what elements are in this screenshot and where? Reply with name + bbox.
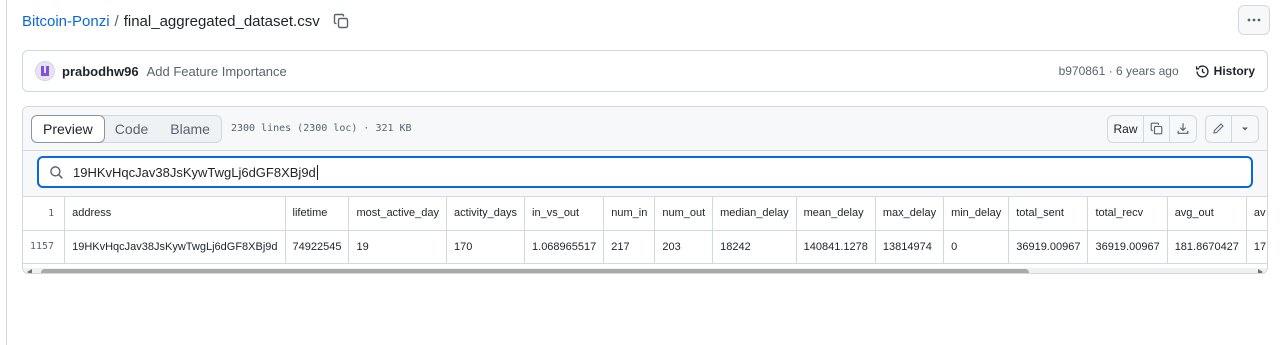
avatar-image: [41, 66, 49, 76]
column-header: address: [64, 197, 286, 231]
copy-icon: [333, 13, 348, 29]
table-cell: 19: [348, 230, 448, 264]
line-number: 1: [23, 197, 66, 231]
search-value: 19HKvHqcJav38JsKywTwgLj6dGF8XBj9d: [73, 164, 318, 180]
tab-preview[interactable]: Preview: [31, 114, 105, 143]
file-viewer: Preview Code Blame 2300 lines (2300 loc)…: [22, 106, 1268, 274]
edit-button[interactable]: [1206, 115, 1232, 142]
table-cell: 18242: [712, 230, 797, 264]
file-actions: Raw: [1107, 114, 1259, 143]
breadcrumb-repo-link[interactable]: Bitcoin-Ponzi: [22, 13, 110, 30]
breadcrumb: Bitcoin-Ponzi / final_aggregated_dataset…: [22, 10, 350, 32]
column-header: activity_days: [446, 197, 526, 231]
table-header-row: 1 address lifetime most_active_day activ…: [23, 197, 1267, 231]
horizontal-scrollbar[interactable]: [23, 268, 1267, 273]
left-divider: [6, 0, 7, 345]
history-icon: [1195, 64, 1209, 78]
file-header: Preview Code Blame 2300 lines (2300 loc)…: [23, 107, 1267, 151]
history-label: History: [1213, 64, 1255, 78]
tab-code[interactable]: Code: [104, 116, 159, 142]
table-cell: 170: [446, 230, 526, 264]
commit-right: b970861 · 6 years ago History: [1059, 64, 1255, 79]
column-header: max_delay: [875, 197, 945, 231]
column-header: median_delay: [712, 197, 797, 231]
kebab-icon: [1247, 18, 1261, 22]
column-header: most_active_day: [348, 197, 448, 231]
table-cell: 36919.00967: [1008, 230, 1089, 264]
table-cell: 74922545: [285, 230, 350, 264]
more-options-button[interactable]: [1238, 5, 1270, 35]
column-header: min_delay: [943, 197, 1010, 231]
breadcrumb-file-name: final_aggregated_dataset.csv: [123, 12, 320, 30]
raw-button[interactable]: Raw: [1108, 115, 1144, 142]
scroll-left-arrow[interactable]: [27, 269, 32, 273]
line-number: 1157: [23, 230, 66, 264]
table-cell: 36919.00967: [1087, 230, 1168, 264]
search-icon: [50, 165, 63, 179]
table-cell: 140841.1278: [796, 230, 876, 264]
column-header: num_out: [654, 197, 714, 231]
copy-icon: [1150, 122, 1163, 135]
column-header: total_recv: [1087, 197, 1168, 231]
csv-table-area: 1 address lifetime most_active_day activ…: [23, 197, 1267, 273]
table-cell: 217: [603, 230, 656, 264]
table-cell: 0: [943, 230, 1010, 264]
download-button[interactable]: [1170, 116, 1196, 142]
table-cell: 17: [1246, 230, 1267, 264]
scroll-right-arrow[interactable]: [1258, 269, 1263, 273]
table-cell: 1.068965517: [524, 230, 605, 264]
csv-table: 1 address lifetime most_active_day activ…: [23, 197, 1267, 264]
tab-blame[interactable]: Blame: [159, 116, 221, 142]
table-cell: 181.8670427: [1167, 230, 1247, 264]
csv-search-bar: 19HKvHqcJav38JsKywTwgLj6dGF8XBj9d: [23, 151, 1267, 197]
history-button[interactable]: History: [1195, 64, 1255, 79]
table-cell: 13814974: [875, 230, 945, 264]
view-mode-tabs: Preview Code Blame: [31, 114, 222, 143]
csv-search-input[interactable]: 19HKvHqcJav38JsKywTwgLj6dGF8XBj9d: [37, 156, 1253, 188]
table-row: 1157 19HKvHqcJav38JsKywTwgLj6dGF8XBj9d 7…: [23, 230, 1267, 264]
column-header: lifetime: [285, 197, 350, 231]
column-header: mean_delay: [796, 197, 876, 231]
triangle-down-icon: [1242, 127, 1248, 130]
scrollbar-thumb[interactable]: [41, 269, 1029, 273]
file-info: 2300 lines (2300 loc) · 321 KB: [230, 123, 412, 134]
column-header: num_in: [603, 197, 656, 231]
latest-commit-bar: prabodhw96 Add Feature Importance b97086…: [22, 50, 1268, 92]
copy-path-button[interactable]: [332, 12, 350, 30]
column-header: in_vs_out: [524, 197, 605, 231]
edit-group: [1205, 114, 1259, 143]
avatar[interactable]: [35, 61, 55, 81]
download-icon: [1177, 123, 1189, 134]
table-cell: 19HKvHqcJav38JsKywTwgLj6dGF8XBj9d: [64, 230, 286, 264]
table-cell: 203: [654, 230, 714, 264]
commit-message[interactable]: Add Feature Importance: [147, 64, 287, 79]
copy-raw-button[interactable]: [1144, 115, 1170, 142]
edit-dropdown-button[interactable]: [1232, 116, 1258, 142]
column-header: total_sent: [1008, 197, 1089, 231]
commit-hash-time[interactable]: b970861 · 6 years ago: [1059, 64, 1179, 78]
commit-author[interactable]: prabodhw96: [62, 64, 139, 79]
column-header: av: [1246, 197, 1267, 231]
raw-copy-download-group: Raw: [1107, 114, 1197, 143]
breadcrumb-separator: /: [114, 12, 119, 30]
column-header: avg_out: [1167, 197, 1247, 231]
pencil-icon: [1213, 123, 1224, 134]
